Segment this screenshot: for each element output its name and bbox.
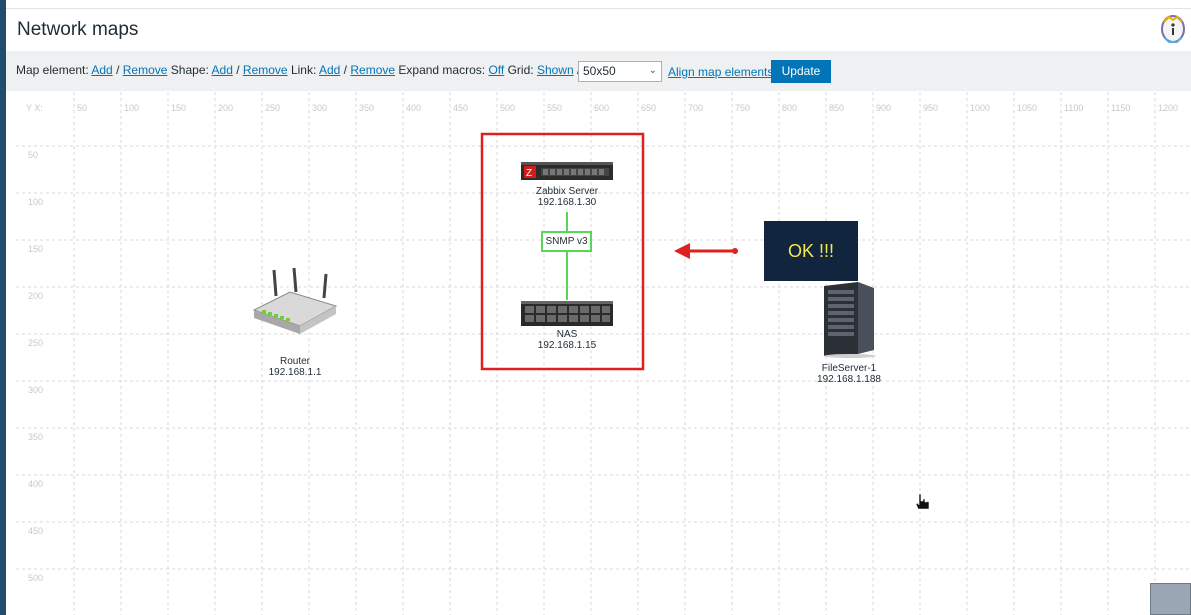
fileserver-icon[interactable] <box>820 280 878 358</box>
router-name: Router <box>279 356 310 367</box>
router-icon[interactable] <box>250 266 340 338</box>
snmp-link-label[interactable]: SNMP v3 <box>541 231 592 252</box>
router-ip: 192.168.1.1 <box>268 367 322 378</box>
nas-icon[interactable] <box>521 301 613 326</box>
thumbnail-image <box>1150 583 1191 615</box>
fileserver-name: FileServer-1 <box>821 363 877 374</box>
ok-annotation: OK !!! <box>764 221 858 281</box>
nas-name: NAS <box>556 329 578 340</box>
fileserver-ip: 192.168.1.188 <box>817 374 881 385</box>
svg-text:Z: Z <box>526 168 532 179</box>
red-arrow-icon <box>674 243 738 259</box>
zabbix-server-ip: 192.168.1.30 <box>537 197 597 208</box>
nas-ip: 192.168.1.15 <box>537 340 597 351</box>
zabbix-server-name: Zabbix Server <box>535 186 599 197</box>
zabbix-server-icon[interactable]: Z <box>521 160 613 182</box>
hand-cursor-icon <box>915 493 930 510</box>
